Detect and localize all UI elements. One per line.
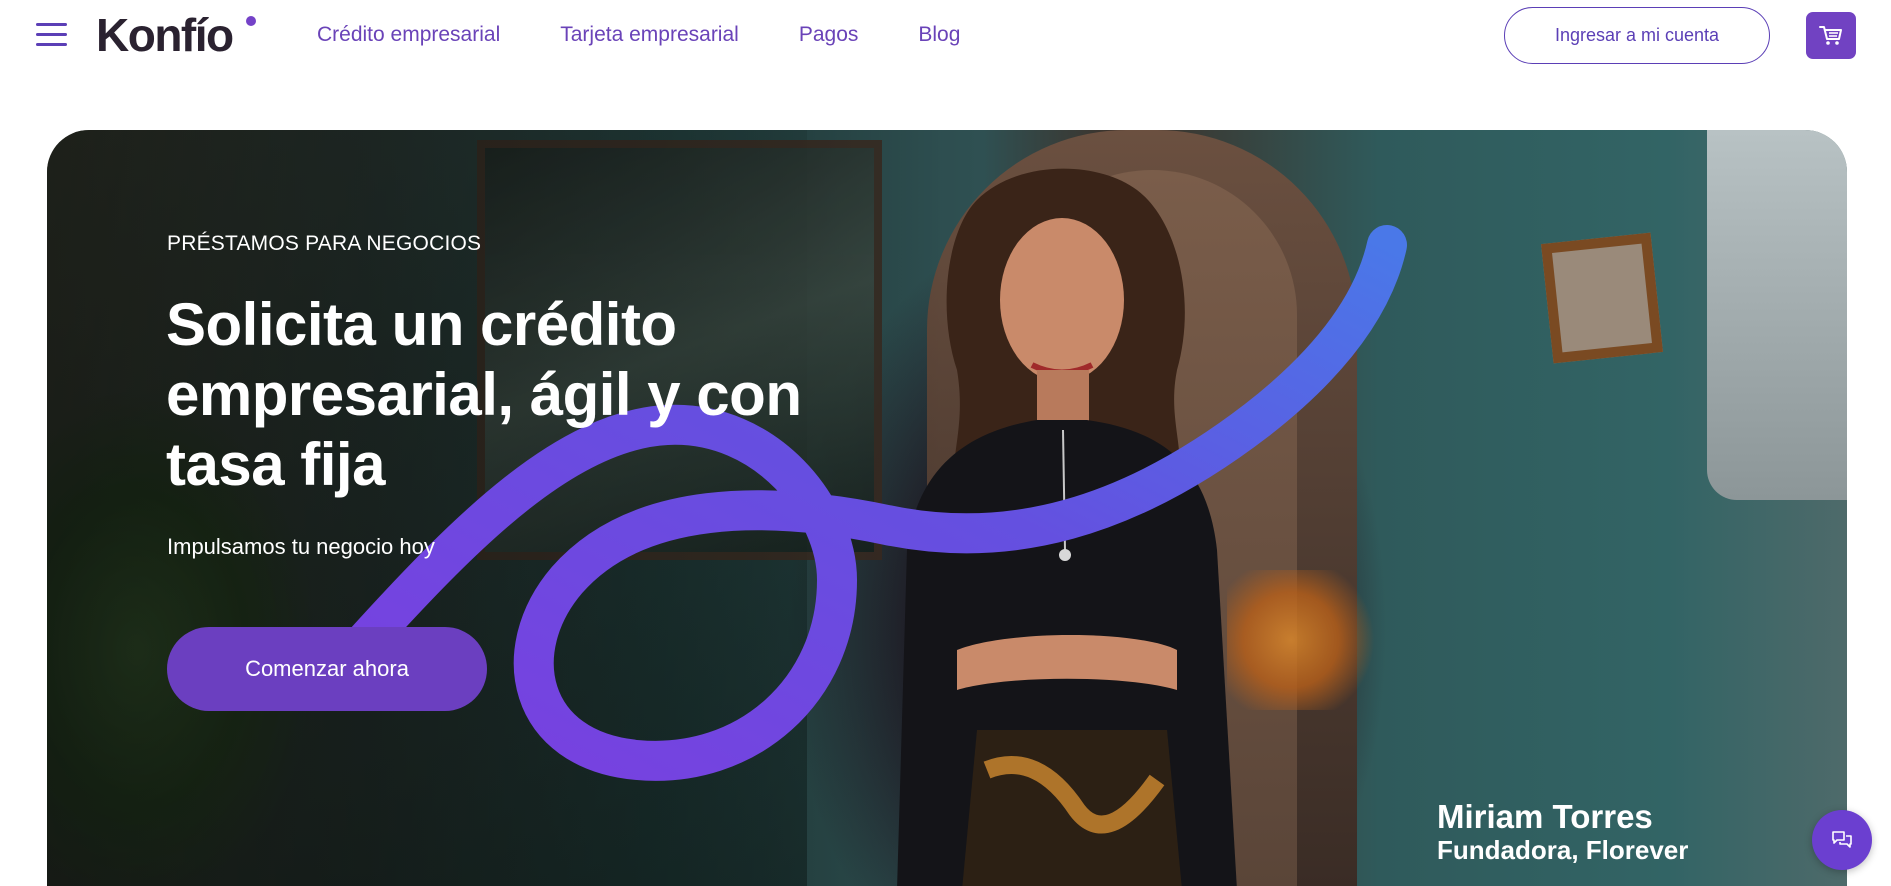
- login-button[interactable]: Ingresar a mi cuenta: [1504, 7, 1770, 64]
- cart-button[interactable]: [1806, 12, 1856, 59]
- start-now-button[interactable]: Comenzar ahora: [167, 627, 487, 711]
- chat-bubbles-icon: [1832, 831, 1852, 848]
- hero-eyebrow: PRÉSTAMOS PARA NEGOCIOS: [167, 232, 482, 255]
- logo-dot: [246, 16, 256, 26]
- hero-headline: Solicita un crédito empresarial, ágil y …: [166, 291, 802, 498]
- nav-link-pagos[interactable]: Pagos: [799, 22, 859, 48]
- main-nav: Crédito empresarial Tarjeta empresarial …: [317, 22, 960, 48]
- nav-link-blog[interactable]: Blog: [918, 22, 960, 48]
- hero-subline: Impulsamos tu negocio hoy: [167, 534, 435, 559]
- nav-link-credito-empresarial[interactable]: Crédito empresarial: [317, 22, 500, 48]
- hamburger-menu-icon[interactable]: [36, 22, 68, 48]
- hero-banner: PRÉSTAMOS PARA NEGOCIOS Solicita un créd…: [47, 130, 1847, 886]
- nav-link-tarjeta-empresarial[interactable]: Tarjeta empresarial: [560, 22, 739, 48]
- konfio-logo[interactable]: Konfío: [96, 10, 234, 60]
- chat-button[interactable]: [1812, 810, 1872, 870]
- testimonial-role: Fundadora, Florever: [1437, 835, 1689, 865]
- shopping-cart-icon: [1819, 25, 1842, 45]
- top-navbar: Konfío Crédito empresarial Tarjeta empre…: [0, 0, 1891, 72]
- testimonial-name: Miriam Torres: [1437, 798, 1653, 835]
